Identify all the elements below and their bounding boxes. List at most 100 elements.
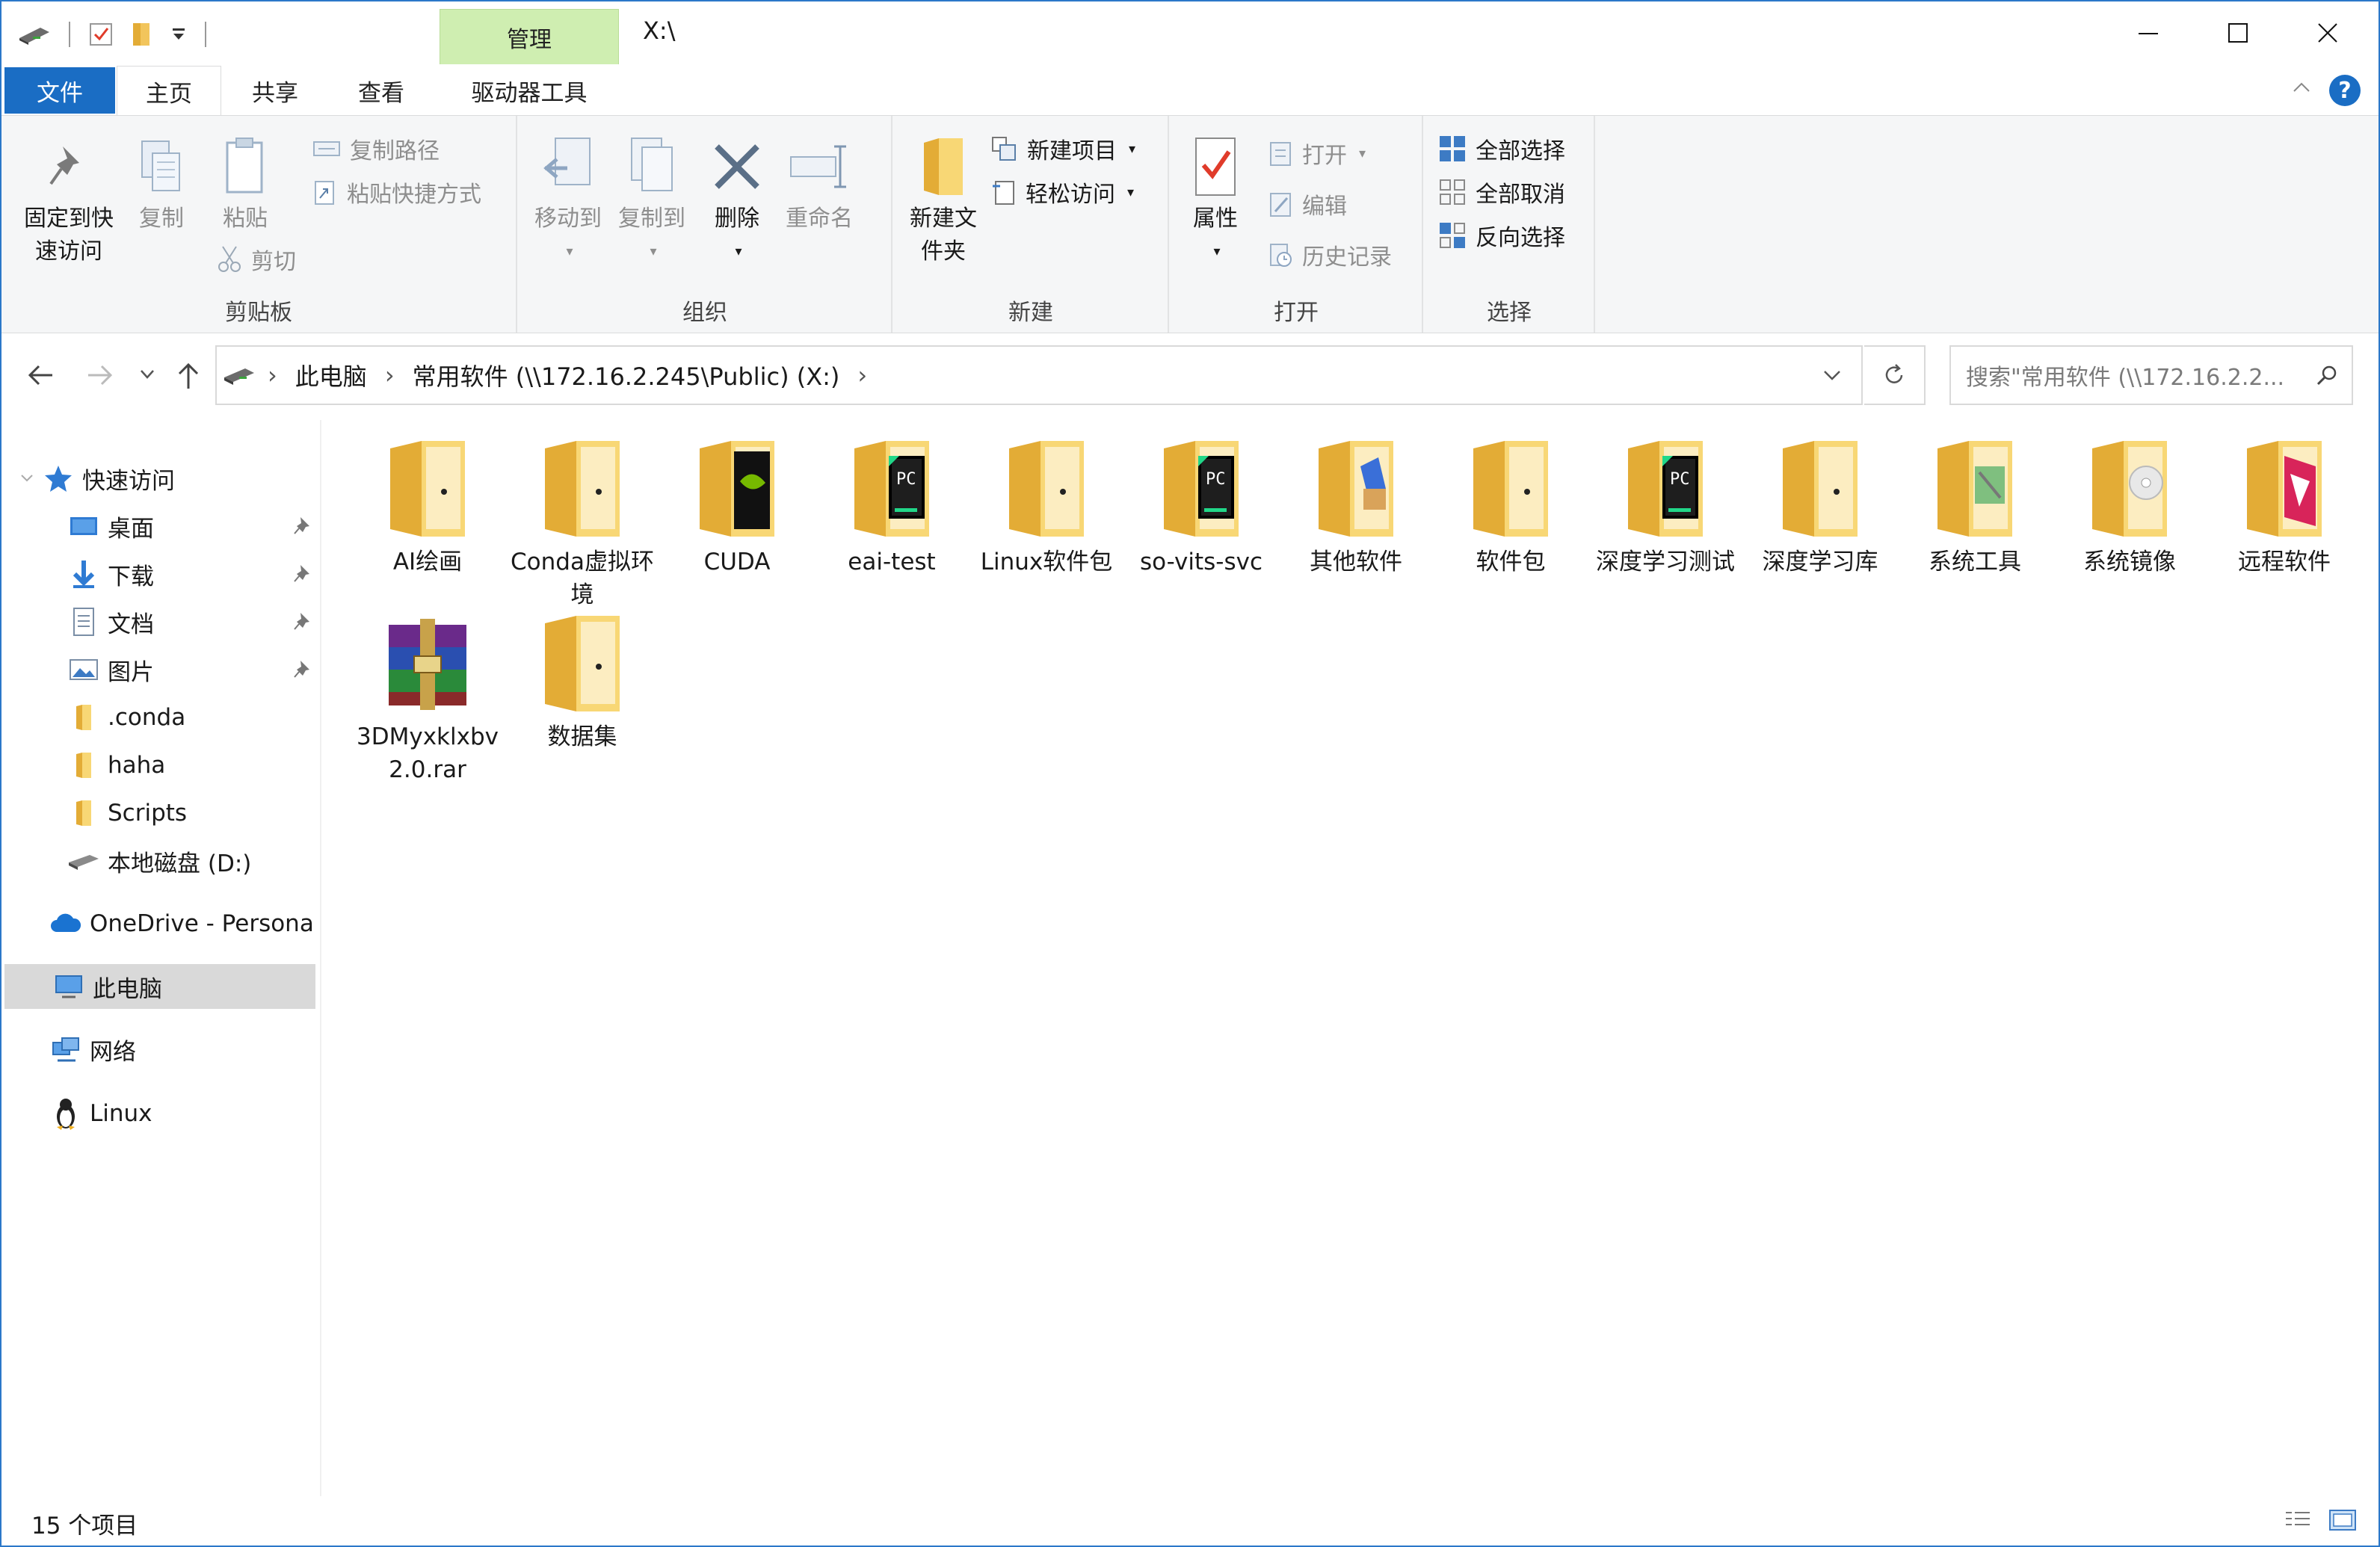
easy-access-button[interactable]: 轻松访问 ▾ [991, 173, 1134, 211]
view-toggle [2283, 1508, 2358, 1532]
large-icons-view-icon[interactable] [2328, 1508, 2358, 1532]
breadcrumb-drive[interactable]: 常用软件 (\\172.16.2.245\Public) (X:) [413, 358, 840, 392]
delete-button[interactable]: 删除 ▾ [706, 131, 768, 268]
close-button[interactable] [2283, 1, 2373, 64]
nav-scripts[interactable]: Scripts [1, 791, 318, 836]
linux-penguin-icon [49, 1097, 82, 1130]
folder-item[interactable]: Linux软件包 [972, 436, 1121, 578]
tab-view[interactable]: 查看 [329, 66, 434, 115]
address-bar[interactable]: › 此电脑 › 常用软件 (\\172.16.2.245\Public) (X:… [215, 345, 1863, 405]
folder-item[interactable]: PC 深度学习测试 [1591, 436, 1740, 578]
paste-shortcut-button[interactable]: 粘贴快捷方式 [312, 173, 481, 211]
pin-icon[interactable] [293, 611, 312, 631]
paste-button[interactable]: 粘贴 [214, 131, 277, 235]
refresh-button[interactable] [1864, 345, 1926, 405]
folder-item[interactable]: Conda虚拟环境 [508, 436, 657, 611]
folder-item[interactable]: 系统镜像 [2055, 436, 2204, 578]
folder-item[interactable]: 其他软件 [1281, 436, 1431, 578]
address-dropdown-icon[interactable] [1822, 368, 1842, 383]
details-view-icon[interactable] [2283, 1508, 2313, 1532]
search-box[interactable]: 搜索"常用软件 (\\172.16.2.2... [1949, 345, 2353, 405]
back-button[interactable] [25, 362, 55, 389]
folder-item[interactable]: CUDA [662, 436, 812, 578]
edit-button[interactable]: 编辑 [1268, 185, 1347, 223]
drive-icon[interactable] [18, 23, 51, 46]
new-folder-button[interactable]: 新建文件夹 [901, 131, 985, 268]
breadcrumb-this-pc[interactable]: 此电脑 [295, 358, 367, 392]
nav-pictures[interactable]: 图片 [1, 647, 318, 692]
pin-icon[interactable] [293, 563, 312, 583]
nav-linux[interactable]: Linux [1, 1091, 318, 1136]
nav-downloads[interactable]: 下载 [1, 552, 318, 596]
download-arrow-icon [67, 558, 100, 590]
open-label: 打开 [1302, 143, 1347, 169]
open-button[interactable]: 打开 ▾ [1268, 134, 1366, 173]
collapse-chevron-icon[interactable] [19, 473, 42, 484]
cut-button[interactable]: 剪切 [217, 240, 296, 279]
history-icon [1268, 241, 1293, 268]
select-all-button[interactable]: 全部选择 [1438, 129, 1565, 168]
search-icon[interactable] [2316, 364, 2338, 386]
history-button[interactable]: 历史记录 [1268, 235, 1392, 274]
nav-this-pc[interactable]: 此电脑 [4, 964, 315, 1009]
pictures-icon [67, 653, 100, 686]
copy-path-icon [312, 138, 341, 160]
paste-shortcut-label: 粘贴快捷方式 [347, 182, 481, 208]
breadcrumb-separator[interactable]: › [268, 361, 277, 389]
ribbon-collapse-icon[interactable] [2290, 76, 2313, 99]
select-all-icon [1438, 135, 1467, 163]
nav-onedrive[interactable]: OneDrive - Persona [1, 901, 318, 946]
new-item-button[interactable]: 新建项目 ▾ [991, 129, 1135, 168]
move-to-button[interactable]: 移动到 ▾ [528, 131, 608, 268]
breadcrumb-separator[interactable]: › [857, 361, 867, 389]
qat-dropdown-icon[interactable] [170, 26, 187, 43]
tab-file[interactable]: 文件 [4, 67, 115, 114]
folder-item[interactable]: PC so-vits-svc [1126, 436, 1276, 578]
copy-to-button[interactable]: 复制到 ▾ [611, 131, 692, 268]
invert-selection-button[interactable]: 反向选择 [1438, 216, 1565, 255]
folder-item[interactable]: 系统工具 [1900, 436, 2050, 578]
tab-drive-tools[interactable]: 驱动器工具 [441, 66, 617, 115]
folder-item[interactable]: 深度学习库 [1745, 436, 1895, 578]
file-name: 深度学习测试 [1596, 549, 1735, 575]
pin-quick-access-button[interactable]: 固定到快速访问 [13, 131, 124, 268]
nav-label: haha [108, 752, 166, 779]
nav-network[interactable]: 网络 [1, 1027, 318, 1072]
tab-share[interactable]: 共享 [223, 66, 327, 115]
select-none-button[interactable]: 全部取消 [1438, 173, 1565, 211]
new-folder-icon[interactable] [132, 22, 152, 47]
copy-button[interactable]: 复制 [130, 131, 193, 235]
invert-selection-label: 反向选择 [1476, 225, 1565, 251]
rename-button[interactable]: 重命名 [779, 131, 860, 235]
minimize-button[interactable] [2103, 1, 2193, 64]
archive-file-item[interactable]: 3DMyxklxbv2.0.rar [353, 611, 502, 786]
forward-button[interactable] [85, 362, 115, 389]
folder-item[interactable]: 数据集 [508, 611, 657, 753]
copy-path-button[interactable]: 复制路径 [312, 129, 440, 168]
breadcrumb-separator[interactable]: › [385, 361, 395, 389]
nav-haha[interactable]: haha [1, 743, 318, 788]
folder-item[interactable]: 软件包 [1436, 436, 1585, 578]
properties-check-icon[interactable] [88, 22, 114, 47]
properties-button[interactable]: 属性 ▾ [1181, 131, 1250, 268]
pin-icon[interactable] [293, 516, 312, 535]
paste-icon [221, 131, 269, 203]
nav-quick-access[interactable]: 快速访问 [1, 456, 318, 501]
pin-icon[interactable] [293, 659, 312, 679]
nav-documents[interactable]: 文档 [1, 599, 318, 644]
copy-to-icon [626, 131, 678, 203]
nav-desktop[interactable]: 桌面 [1, 504, 318, 549]
file-name: 其他软件 [1310, 549, 1402, 575]
folder-icon [545, 616, 620, 711]
folder-item[interactable]: AI绘画 [353, 436, 502, 578]
help-icon[interactable]: ? [2329, 75, 2361, 106]
folder-item[interactable]: 远程软件 [2210, 436, 2359, 578]
recent-locations-button[interactable] [139, 368, 155, 381]
up-button[interactable] [175, 360, 202, 390]
maximize-button[interactable] [2193, 1, 2283, 64]
nav-conda[interactable]: .conda [1, 695, 318, 740]
tab-home[interactable]: 主页 [117, 66, 221, 117]
manage-context-tab[interactable]: 管理 [440, 9, 619, 64]
nav-local-disk-d[interactable]: 本地磁盘 (D:) [1, 839, 318, 883]
folder-item[interactable]: PC eai-test [817, 436, 967, 578]
